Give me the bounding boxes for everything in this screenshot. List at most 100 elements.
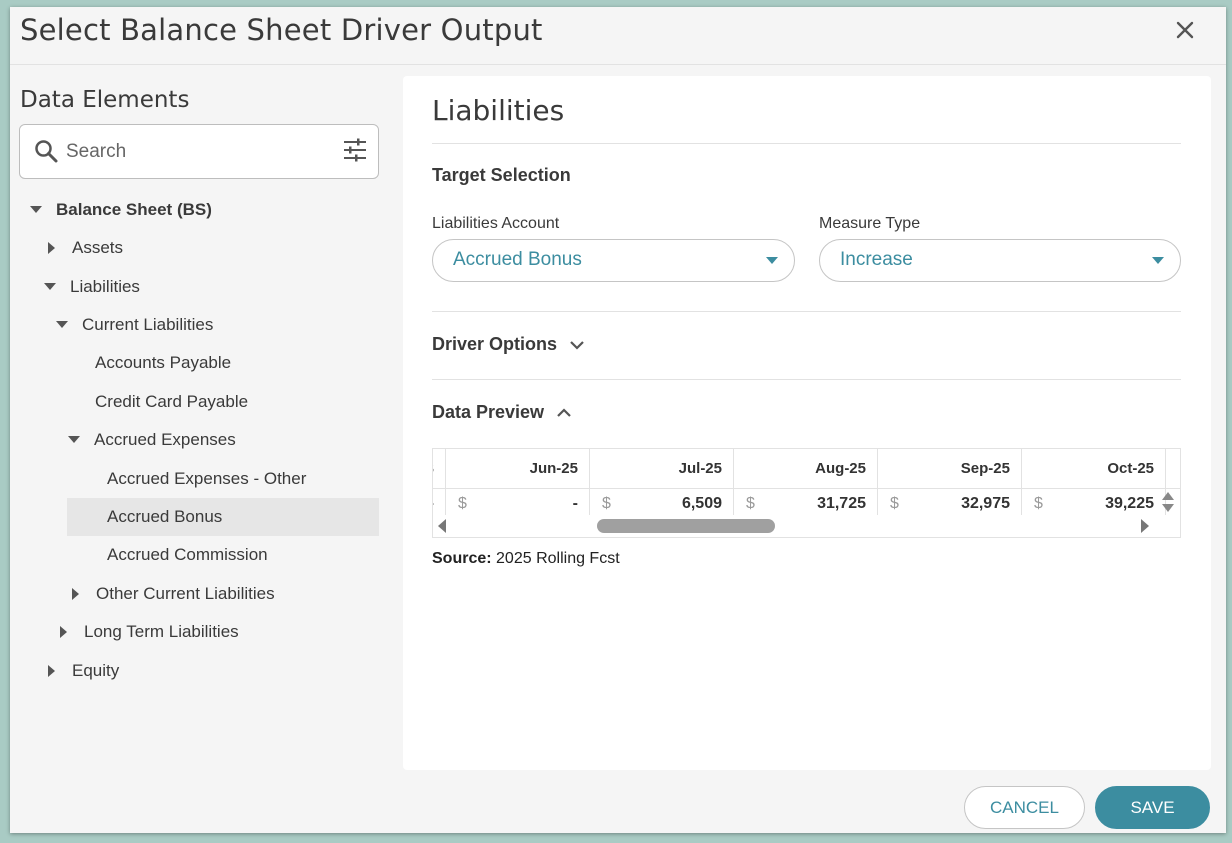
tree-item-label: Accounts Payable [95,353,232,372]
tree-item-label: Long Term Liabilities [84,622,239,641]
horizontal-scrollbar[interactable] [433,515,1180,537]
tree-item-label: Accrued Expenses - Other [107,469,307,488]
grid-data-row: - $ - $ 6,509 $ 31,725 $ 32,975 [433,489,1180,515]
target-selection-heading: Target Selection [432,165,571,185]
data-preview-toggle[interactable]: Data Preview [432,402,572,423]
divider [432,379,1181,380]
chevron-up-icon [557,407,571,417]
caret-down-icon [44,281,56,293]
tree-item-accrued-expenses-other[interactable]: Accrued Expenses - Other [107,463,377,495]
driver-options-toggle[interactable]: Driver Options [432,334,585,355]
grid-cell[interactable]: $ - [446,489,590,515]
grid-cell[interactable]: $ 6,509 [590,489,734,515]
driver-options-label: Driver Options [432,334,558,354]
tree-item-equity[interactable]: Equity [46,655,366,687]
caret-down-icon [30,204,42,216]
panel-title: Liabilities [432,94,565,127]
close-icon [1176,21,1194,39]
tree-item-accrued-expenses[interactable]: Accrued Expenses [68,424,368,456]
grid-header-cell: Jun-25 [446,449,590,488]
caret-down-icon [68,434,80,446]
source-value: 2025 Rolling Fcst [496,550,620,567]
tree-item-label: Accrued Commission [107,545,268,564]
tree-item-long-term-liabilities[interactable]: Long Term Liabilities [58,616,368,648]
grid-header-cell: Sep-25 [878,449,1022,488]
source-line: Source: 2025 Rolling Fcst [432,550,620,568]
data-elements-title: Data Elements [20,87,190,113]
currency-symbol: $ [458,495,467,512]
tree-item-accrued-bonus[interactable]: Accrued Bonus [67,498,379,536]
caret-right-icon [46,665,58,677]
scroll-right-icon[interactable] [1140,519,1150,533]
title-bar: Select Balance Sheet Driver Output [10,7,1226,65]
tree-item-label: Accrued Bonus [107,507,223,526]
tree-item-label: Assets [72,238,124,257]
tree-item-liabilities[interactable]: Liabilities [44,271,364,303]
dialog-title: Select Balance Sheet Driver Output [20,13,543,47]
filter-settings-icon[interactable] [342,137,368,163]
cancel-button[interactable]: CANCEL [964,786,1085,829]
tree-item-assets[interactable]: Assets [46,232,366,264]
grid-cell[interactable]: $ 31,725 [734,489,878,515]
tree-item-other-current-liabilities[interactable]: Other Current Liabilities [70,578,370,610]
caret-right-icon [70,588,82,600]
close-button[interactable] [1172,17,1198,43]
measure-type-value: Increase [840,249,913,270]
details-panel: Liabilities Target Selection Liabilities… [403,76,1211,770]
tree-item-label: Credit Card Payable [95,392,249,411]
tree-item-balance-sheet[interactable]: Balance Sheet (BS) [30,194,370,226]
tree-item-credit-card-payable[interactable]: Credit Card Payable [95,386,375,418]
caret-down-icon [1152,257,1164,264]
grid-cell-value: 6,509 [681,495,722,512]
search-input[interactable] [66,137,326,167]
measure-type-label: Measure Type [819,215,921,232]
caret-right-icon [46,242,58,254]
chevron-down-icon [570,340,584,350]
grid-cell-value: - [433,495,434,513]
dialog: Select Balance Sheet Driver Output Data … [10,7,1226,833]
measure-type-dropdown[interactable]: Increase [819,239,1181,282]
search-icon [35,140,58,163]
grid-header-cell: Oct-25 [1022,449,1166,488]
grid-header-cell-partial: S [433,449,446,488]
liabilities-account-label: Liabilities Account [432,215,560,232]
tree-item-accounts-payable[interactable]: Accounts Payable [95,347,375,379]
vertical-scroll-arrows-icon[interactable] [1160,489,1176,515]
grid-cell[interactable]: $ 39,225 [1022,489,1166,515]
grid-header-cell: Aug-25 [734,449,878,488]
tree-item-label: Accrued Expenses [94,430,236,449]
source-label: Source: [432,550,492,567]
scrollbar-thumb[interactable] [597,519,775,533]
caret-down-icon [766,257,778,264]
data-preview-label: Data Preview [432,402,545,422]
grid-cell-value: - [572,495,578,512]
tree-item-label: Current Liabilities [82,315,214,334]
grid-cell[interactable]: $ 32,975 [878,489,1022,515]
currency-symbol: $ [890,495,899,512]
tree-item-label: Liabilities [70,277,140,296]
grid-header-cell: Jul-25 [590,449,734,488]
grid-cell-value: 31,725 [817,495,866,512]
search-box [19,124,379,179]
caret-right-icon [58,626,70,638]
liabilities-account-value: Accrued Bonus [453,249,582,270]
tree-item-label: Equity [72,661,120,680]
divider [432,311,1181,312]
caret-down-icon [56,319,68,331]
data-preview-grid: S Jun-25 Jul-25 Aug-25 Sep-25 Oct-25 - $… [432,448,1181,538]
tree-item-label: Other Current Liabilities [96,584,275,603]
tree-item-accrued-commission[interactable]: Accrued Commission [107,539,377,571]
grid-header-row: S Jun-25 Jul-25 Aug-25 Sep-25 Oct-25 [433,449,1180,489]
grid-cell-partial: - [433,489,446,515]
currency-symbol: $ [746,495,755,512]
divider [432,143,1181,144]
save-button[interactable]: SAVE [1095,786,1210,829]
liabilities-account-dropdown[interactable]: Accrued Bonus [432,239,795,282]
currency-symbol: $ [1034,495,1043,512]
currency-symbol: $ [602,495,611,512]
tree-item-label: Balance Sheet (BS) [56,200,212,219]
grid-cell-value: 39,225 [1105,495,1154,512]
scroll-left-icon[interactable] [437,519,447,533]
grid-cell-value: 32,975 [961,495,1010,512]
tree-item-current-liabilities[interactable]: Current Liabilities [56,309,366,341]
